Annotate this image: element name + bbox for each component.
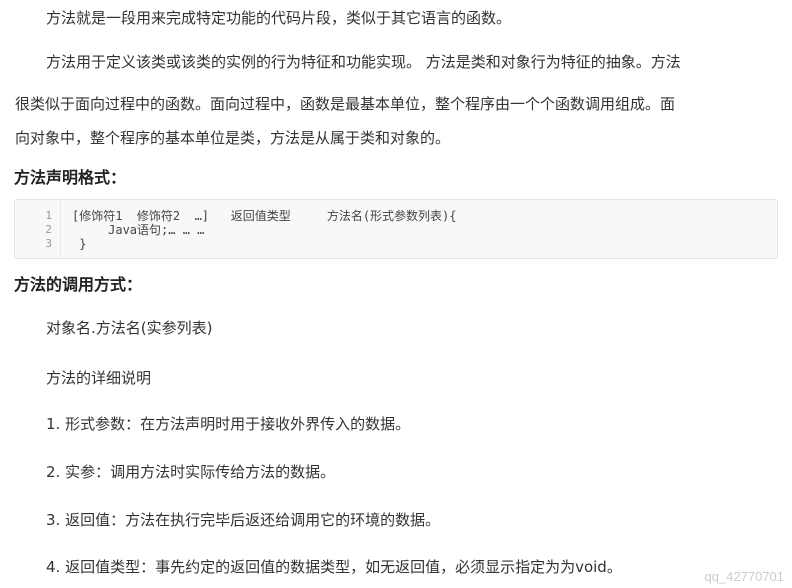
detail-item: 4. 返回值类型：事先约定的返回值的数据类型，如无返回值，必须显示指定为为voi… — [46, 558, 622, 576]
code-line: [修饰符1 修饰符2 …] 返回值类型 方法名(形式参数列表){ — [72, 209, 457, 223]
invocation-heading: 方法的调用方式： — [14, 275, 143, 294]
description-line-1: 方法用于定义该类或该类的实例的行为特征和功能实现。 方法是类和对象行为特征的抽象… — [46, 53, 681, 71]
detail-item: 3. 返回值：方法在执行完毕后返还给调用它的环境的数据。 — [46, 511, 441, 529]
intro-paragraph: 方法就是一段用来完成特定功能的代码片段，类似于其它语言的函数。 — [46, 9, 512, 27]
line-number-gutter: 1 2 3 — [15, 200, 61, 258]
detail-item: 2. 实参：调用方法时实际传给方法的数据。 — [46, 463, 336, 481]
line-number: 2 — [45, 223, 52, 236]
invocation-syntax: 对象名.方法名(实参列表) — [46, 319, 213, 337]
line-number: 3 — [45, 237, 52, 250]
detail-title: 方法的详细说明 — [46, 369, 152, 387]
watermark: qq_42770701 — [704, 569, 784, 584]
description-line-3: 向对象中，整个程序的基本单位是类，方法是从属于类和对象的。 — [15, 129, 451, 147]
declaration-heading: 方法声明格式： — [14, 168, 127, 187]
code-line: } — [72, 237, 87, 251]
detail-item: 1. 形式参数：在方法声明时用于接收外界传入的数据。 — [46, 415, 411, 433]
line-number: 1 — [45, 209, 52, 222]
description-line-2: 很类似于面向过程中的函数。面向过程中，函数是最基本单位，整个程序由一个个函数调用… — [15, 95, 676, 113]
code-line: Java语句;… … … — [72, 223, 205, 237]
code-block: 1 2 3 [修饰符1 修饰符2 …] 返回值类型 方法名(形式参数列表){ J… — [14, 199, 778, 259]
